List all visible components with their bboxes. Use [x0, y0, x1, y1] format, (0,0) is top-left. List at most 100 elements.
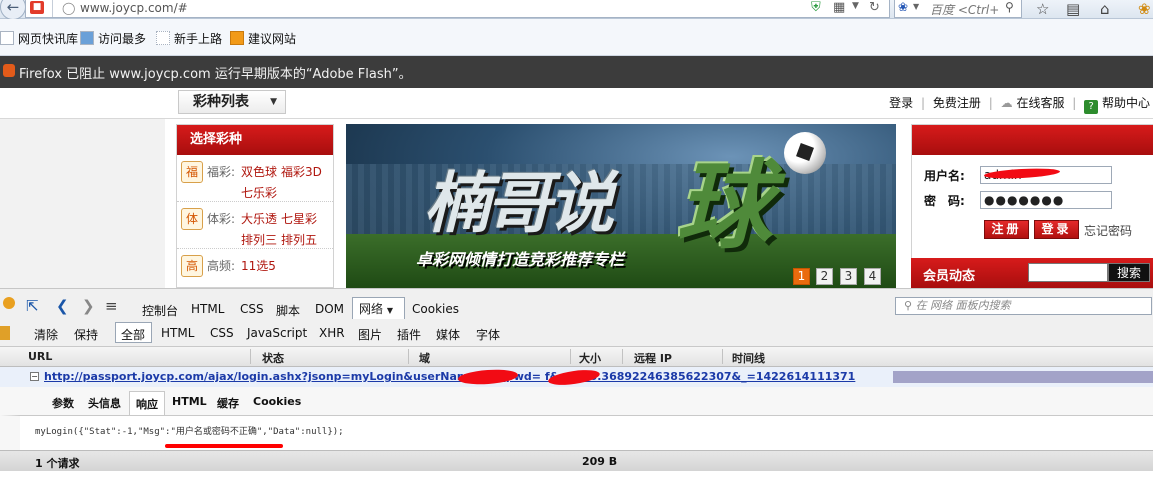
- column-size[interactable]: 大小: [579, 350, 601, 366]
- filter-plugins[interactable]: 插件: [397, 326, 421, 343]
- qr-code-icon[interactable]: ▦: [833, 0, 845, 15]
- password-label: 密 码:: [924, 194, 965, 208]
- banner-page-button[interactable]: 2: [816, 268, 833, 285]
- filter-all[interactable]: 全部: [121, 326, 145, 343]
- blank-area: [0, 471, 1153, 483]
- column-divider[interactable]: [250, 349, 251, 364]
- lottery-game-link[interactable]: 大乐透: [241, 210, 277, 227]
- tab-network[interactable]: 网络 ▼: [352, 297, 405, 321]
- response-text[interactable]: myLogin({"Stat":-1,"Msg":"用户名或密码不正确","Da…: [35, 424, 344, 437]
- register-link[interactable]: 免费注册: [933, 96, 981, 110]
- tab-detail-html[interactable]: HTML: [172, 395, 207, 408]
- filter-media[interactable]: 媒体: [436, 326, 460, 343]
- collapse-toggle-icon[interactable]: −: [30, 372, 39, 381]
- member-search-input[interactable]: [1028, 263, 1108, 282]
- lottery-game-link[interactable]: 双色球: [241, 163, 277, 180]
- search-bar[interactable]: ❀ ▼ 百度 <Ctrl+ ⚲: [894, 0, 1022, 18]
- lottery-game-link[interactable]: 排列三: [241, 231, 277, 248]
- firebug-icon[interactable]: ❀: [1138, 0, 1151, 18]
- bookmarks-list-icon[interactable]: ▤: [1066, 0, 1080, 18]
- filter-images[interactable]: 图片: [358, 326, 382, 343]
- column-divider[interactable]: [622, 349, 623, 364]
- column-domain[interactable]: 域: [419, 350, 430, 366]
- register-button[interactable]: 注册: [984, 220, 1029, 239]
- tab-cookies[interactable]: Cookies: [412, 302, 459, 316]
- banner-title: 楠哥说: [424, 165, 614, 242]
- chevron-down-icon[interactable]: ▼: [913, 2, 919, 11]
- tab-dom[interactable]: DOM: [315, 302, 344, 316]
- search-icon[interactable]: ⚲: [1005, 0, 1014, 14]
- tab-params[interactable]: 参数: [52, 395, 74, 411]
- request-row[interactable]: − http://passport.joycp.com/ajax/login.a…: [0, 367, 1153, 388]
- lottery-game-link[interactable]: 排列五: [281, 231, 317, 248]
- bookmark-item[interactable]: 网页快讯库: [0, 31, 78, 47]
- banner-page-button[interactable]: 3: [840, 268, 857, 285]
- reload-icon[interactable]: ↻: [869, 0, 880, 15]
- filter-html[interactable]: HTML: [161, 326, 194, 340]
- filter-xhr[interactable]: XHR: [319, 326, 345, 340]
- tab-css[interactable]: CSS: [240, 302, 264, 316]
- net-panel-toolbar: 清除 保持 全部 HTML CSS JavaScript XHR 图片 插件 媒…: [0, 319, 1153, 347]
- persist-button[interactable]: 保持: [74, 326, 98, 343]
- login-button[interactable]: 登录: [1034, 220, 1079, 239]
- shield-icon[interactable]: ⛨: [811, 0, 821, 15]
- baidu-paw-icon[interactable]: ❀: [898, 0, 908, 14]
- tab-response[interactable]: 响应: [129, 391, 165, 415]
- lottery-category: 高频:: [207, 259, 236, 273]
- forward-arrow-icon[interactable]: ❯: [82, 297, 95, 315]
- lottery-game-link[interactable]: 11选5: [241, 257, 276, 274]
- bookmark-item[interactable]: 建议网站: [230, 31, 296, 47]
- home-icon[interactable]: ⌂: [1100, 0, 1110, 18]
- column-url[interactable]: URL: [28, 350, 52, 363]
- bookmark-item[interactable]: 新手上路: [156, 31, 222, 47]
- column-remote-ip[interactable]: 远程 IP: [634, 350, 672, 366]
- column-status[interactable]: 状态: [262, 350, 284, 366]
- banner-page-button[interactable]: 1: [793, 268, 810, 285]
- request-url[interactable]: http://passport.joycp.com/ajax/login.ash…: [44, 370, 855, 383]
- search-placeholder[interactable]: 百度 <Ctrl+: [930, 1, 999, 18]
- help-center-link[interactable]: 帮助中心: [1102, 96, 1150, 110]
- panel-search-input[interactable]: ⚲ 在 网络 面板内搜索: [895, 297, 1152, 315]
- sports-lottery-icon: 体: [181, 208, 203, 230]
- lottery-game-link[interactable]: 七乐彩: [241, 184, 277, 201]
- lottery-game-link[interactable]: 七星彩: [281, 210, 317, 227]
- back-arrow-icon[interactable]: ❮: [56, 297, 69, 315]
- tab-cache[interactable]: 缓存: [217, 395, 239, 411]
- bookmark-item[interactable]: 访问最多: [80, 31, 146, 47]
- column-divider[interactable]: [570, 349, 571, 364]
- bookmark-label: 新手上路: [174, 32, 223, 46]
- online-service-link[interactable]: 在线客服: [1016, 96, 1064, 110]
- tab-html[interactable]: HTML: [191, 302, 224, 316]
- lottery-category: 体彩:: [207, 212, 236, 226]
- inspect-icon[interactable]: ⇱: [26, 297, 39, 315]
- star-bookmark-icon[interactable]: ☆: [1036, 0, 1049, 18]
- address-bar[interactable]: ■ ◯ www.joycp.com/# ⛨ ▦ ▼ ↻: [25, 0, 890, 18]
- chevron-down-icon[interactable]: ▼: [852, 1, 859, 11]
- member-search-button[interactable]: 搜索: [1108, 263, 1150, 282]
- filter-javascript[interactable]: JavaScript: [247, 326, 307, 340]
- net-pause-icon[interactable]: [0, 326, 10, 340]
- column-divider[interactable]: [408, 349, 409, 364]
- promo-banner[interactable]: 楠哥说 球 卓彩网倾情打造竞彩推荐专栏 1 2 3 4: [346, 124, 896, 288]
- firebug-bug-icon[interactable]: [3, 297, 15, 309]
- tab-script[interactable]: 脚本: [276, 302, 300, 319]
- command-line-icon[interactable]: ≡: [105, 297, 118, 315]
- login-link[interactable]: 登录: [889, 96, 913, 110]
- annotation-underline: [165, 444, 283, 448]
- high-freq-lottery-icon: 高: [181, 255, 203, 277]
- lottery-select[interactable]: 彩种列表 ▼: [178, 90, 286, 114]
- banner-page-button[interactable]: 4: [864, 268, 881, 285]
- address-url[interactable]: www.joycp.com/#: [80, 1, 188, 15]
- column-timeline[interactable]: 时间线: [732, 350, 765, 366]
- tab-headers[interactable]: 头信息: [88, 395, 121, 411]
- column-divider[interactable]: [722, 349, 723, 364]
- lottery-game-link[interactable]: 福彩3D: [281, 163, 322, 180]
- filter-css[interactable]: CSS: [210, 326, 234, 340]
- forgot-password-link[interactable]: 忘记密码: [1084, 222, 1132, 239]
- filter-fonts[interactable]: 字体: [476, 326, 500, 343]
- back-button[interactable]: ←: [0, 0, 26, 20]
- tab-console[interactable]: 控制台: [142, 302, 178, 319]
- clear-button[interactable]: 清除: [34, 326, 58, 343]
- tab-detail-cookies[interactable]: Cookies: [253, 395, 301, 408]
- password-field[interactable]: ●●●●●●●: [980, 191, 1112, 209]
